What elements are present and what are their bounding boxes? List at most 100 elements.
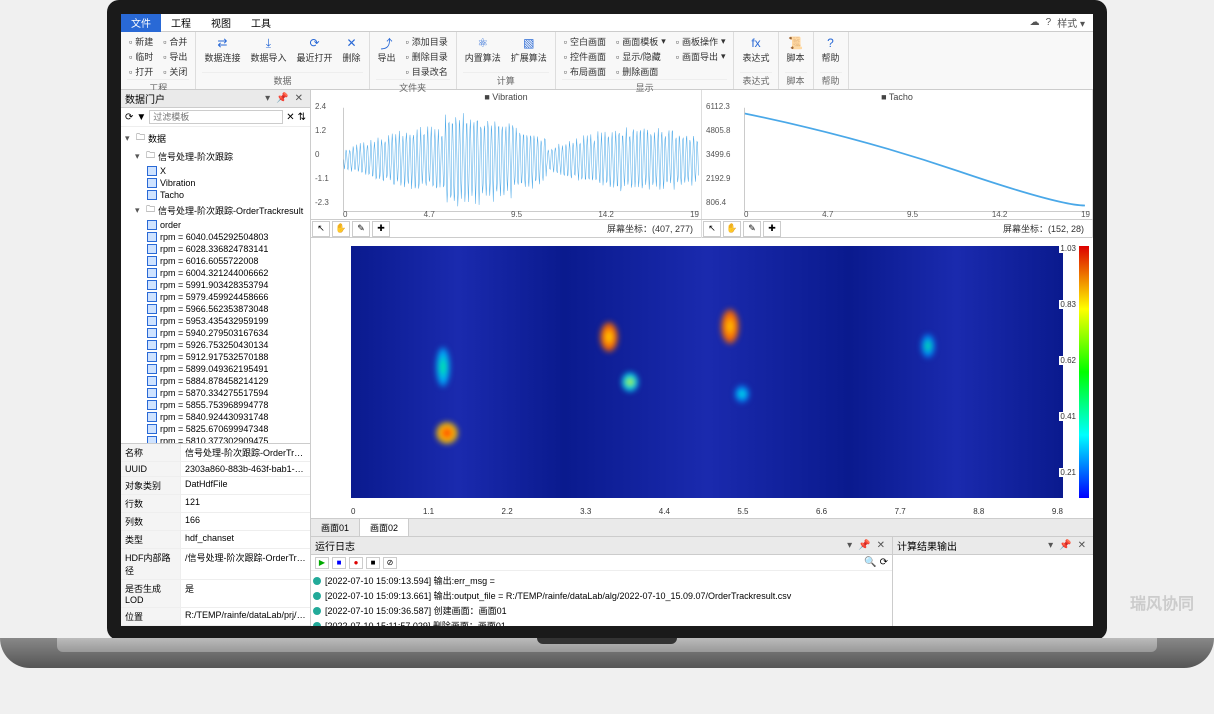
help-icon[interactable]: ? <box>1046 17 1052 28</box>
panel-dropdown-icon[interactable]: ▾ <box>1045 540 1056 551</box>
ribbon-close[interactable]: ▫ 关闭 <box>161 64 189 79</box>
ribbon-del-dir[interactable]: ▫ 删除目录 <box>404 49 450 64</box>
tree-node-rpm[interactable]: rpm = 5991.903428353794 <box>123 279 308 291</box>
log-rec[interactable]: ● <box>349 557 363 569</box>
ribbon-control-screen[interactable]: ▫ 控件画面 <box>562 49 608 64</box>
edit-tool[interactable]: ✎ <box>352 221 370 237</box>
ribbon-recent-open[interactable]: ⟳最近打开 <box>294 34 334 72</box>
sort-icon[interactable]: ⇅ <box>298 112 306 123</box>
tree-node-rpm[interactable]: rpm = 5825.670699947348 <box>123 423 308 435</box>
tree-node-tacho[interactable]: Tacho <box>123 189 308 201</box>
panel-dropdown-icon[interactable]: ▾ <box>844 540 855 551</box>
clear-icon[interactable]: ✕ <box>286 112 294 123</box>
ribbon-builtin-algo[interactable]: ⚛内置算法 <box>463 34 503 72</box>
tree-node-rpm[interactable]: rpm = 5870.334275517594 <box>123 387 308 399</box>
help-icon: ? <box>823 35 839 51</box>
panel-close-icon[interactable]: ✕ <box>1075 540 1089 551</box>
cloud-icon[interactable]: ☁ <box>1030 17 1040 28</box>
ribbon-script[interactable]: 📜脚本 <box>785 34 807 72</box>
panel-pin-icon[interactable]: 📌 <box>273 93 291 104</box>
log-stop2[interactable]: ■ <box>366 557 380 569</box>
hand-tool-2[interactable]: ✋ <box>723 221 741 237</box>
tree-root[interactable]: ▾🗀 数据 <box>123 129 308 147</box>
property-row: 行数121 <box>121 495 310 513</box>
ribbon-export2[interactable]: ⤴导出 <box>376 34 398 79</box>
ribbon-export[interactable]: ▫ 导出 <box>161 49 189 64</box>
property-row: HDF内部路径/信号处理-阶次跟踪-OrderTrackresult <box>121 549 310 580</box>
tree-node-rpm[interactable]: rpm = 6028.336824783141 <box>123 243 308 255</box>
ribbon-add-dir[interactable]: ▫ 添加目录 <box>404 34 450 49</box>
ribbon-rename-dir[interactable]: ▫ 目录改名 <box>404 64 450 79</box>
tree-node-signal[interactable]: ▾🗀 信号处理-阶次跟踪 <box>123 147 308 165</box>
menu-tab-tools[interactable]: 工具 <box>241 13 281 32</box>
menu-tab-project[interactable]: 工程 <box>161 13 201 32</box>
vibration-chart[interactable]: ■ Vibration 2.41.20-1.1-2.3 04.79.514.21… <box>311 90 702 219</box>
cursor-tool[interactable]: ↖ <box>312 221 330 237</box>
ribbon-ext-algo[interactable]: ▧扩展算法 <box>509 34 549 72</box>
tree-node-rpm[interactable]: rpm = 5899.049362195491 <box>123 363 308 375</box>
ribbon-board-ops[interactable]: ▫ 画板操作 ▾ <box>674 34 728 49</box>
filter-input[interactable] <box>149 110 283 124</box>
tacho-chart[interactable]: ■ Tacho 6112.34805.83499.62192.9806.4 04… <box>702 90 1093 219</box>
ribbon-open[interactable]: ▫ 打开 <box>127 64 155 79</box>
panel-pin-icon[interactable]: 📌 <box>1056 540 1074 551</box>
ribbon-screen-export[interactable]: ▫ 画面导出 ▾ <box>674 49 728 64</box>
tree-node-rpm[interactable]: rpm = 5966.562353873048 <box>123 303 308 315</box>
log-stop[interactable]: ■ <box>332 557 346 569</box>
ribbon-expression[interactable]: fx表达式 <box>740 34 771 72</box>
hand-tool[interactable]: ✋ <box>332 221 350 237</box>
ribbon-blank-screen[interactable]: ▫ 空白画面 <box>562 34 608 49</box>
refresh-icon[interactable]: ⟳ <box>880 557 888 568</box>
tree-node-rpm[interactable]: rpm = 6016.6055722008 <box>123 255 308 267</box>
tree-node-rpm[interactable]: rpm = 5855.753968994778 <box>123 399 308 411</box>
panel-close-icon[interactable]: ✕ <box>292 93 306 104</box>
tree-node-vibration[interactable]: Vibration <box>123 177 308 189</box>
ribbon-layout-screen[interactable]: ▫ 布局画面 <box>562 64 608 79</box>
panel-close-icon[interactable]: ✕ <box>874 540 888 551</box>
data-tree[interactable]: ▾🗀 数据 ▾🗀 信号处理-阶次跟踪 X Vibration Tacho ▾🗀 … <box>121 127 310 443</box>
property-row: 位置R:/TEMP/rainfe/dataLab/prj/2022-... <box>121 608 310 626</box>
tree-node-rpm[interactable]: rpm = 6040.045292504803 <box>123 231 308 243</box>
tree-node-rpm[interactable]: rpm = 5979.459924458666 <box>123 291 308 303</box>
ribbon-data-connect[interactable]: ⇄数据连接 <box>202 34 242 72</box>
tree-node-result[interactable]: ▾🗀 信号处理-阶次跟踪-OrderTrackresult <box>123 201 308 219</box>
log-play[interactable]: ▶ <box>315 557 329 569</box>
ribbon-screen-template[interactable]: ▫ 画面模板 ▾ <box>614 34 668 49</box>
tree-node-order[interactable]: order <box>123 219 308 231</box>
tree-node-rpm[interactable]: rpm = 6004.321244006662 <box>123 267 308 279</box>
ribbon-new[interactable]: ▫ 新建 <box>127 34 155 49</box>
menu-tab-view[interactable]: 视图 <box>201 13 241 32</box>
tree-node-rpm[interactable]: rpm = 5953.435432959199 <box>123 315 308 327</box>
tree-node-rpm[interactable]: rpm = 5940.279503167634 <box>123 327 308 339</box>
tree-node-rpm[interactable]: rpm = 5884.878458214129 <box>123 375 308 387</box>
script-icon: 📜 <box>788 35 804 51</box>
panel-dropdown-icon[interactable]: ▾ <box>262 93 273 104</box>
search-icon[interactable]: 🔍 <box>864 557 876 568</box>
log-clear[interactable]: ⊘ <box>383 557 397 569</box>
ribbon-show-hide[interactable]: ▫ 显示/隐藏 <box>614 49 668 64</box>
tab-screen02[interactable]: 画面02 <box>360 519 409 536</box>
ribbon-temp[interactable]: ▫ 临时 <box>127 49 155 64</box>
tree-node-rpm[interactable]: rpm = 5840.924430931748 <box>123 411 308 423</box>
ribbon-data-import[interactable]: ⤓数据导入 <box>248 34 288 72</box>
spectrogram-chart[interactable]: 1.03 0.83 0.62 0.41 0.21 01.12.23.34.45.… <box>311 238 1093 518</box>
cursor-tool-2[interactable]: ↖ <box>703 221 721 237</box>
tree-node-x[interactable]: X <box>123 165 308 177</box>
menu-tab-file[interactable]: 文件 <box>121 13 161 32</box>
cross-tool-2[interactable]: ✚ <box>763 221 781 237</box>
ribbon: ▫ 新建 ▫ 临时 ▫ 打开 ▫ 合并 ▫ 导出 ▫ 关闭 工程 ⇄数据连接 ⤓… <box>121 32 1093 90</box>
style-dropdown[interactable]: 样式 ▾ <box>1057 15 1085 30</box>
tree-node-rpm[interactable]: rpm = 5912.917532570188 <box>123 351 308 363</box>
refresh-icon[interactable]: ⟳ <box>125 112 133 123</box>
ribbon-del-screen[interactable]: ▫ 删除画面 <box>614 64 668 79</box>
tree-node-rpm[interactable]: rpm = 5926.753250430134 <box>123 339 308 351</box>
ribbon-delete[interactable]: ✕删除 <box>340 34 362 72</box>
edit-tool-2[interactable]: ✎ <box>743 221 761 237</box>
cross-tool[interactable]: ✚ <box>372 221 390 237</box>
panel-pin-icon[interactable]: 📌 <box>855 540 873 551</box>
tree-node-rpm[interactable]: rpm = 5810.377302909475 <box>123 435 308 443</box>
tab-screen01[interactable]: 画面01 <box>311 519 360 536</box>
ribbon-merge[interactable]: ▫ 合并 <box>161 34 189 49</box>
property-row: 是否生成LOD是 <box>121 580 310 608</box>
ribbon-help[interactable]: ?帮助 <box>820 34 842 72</box>
